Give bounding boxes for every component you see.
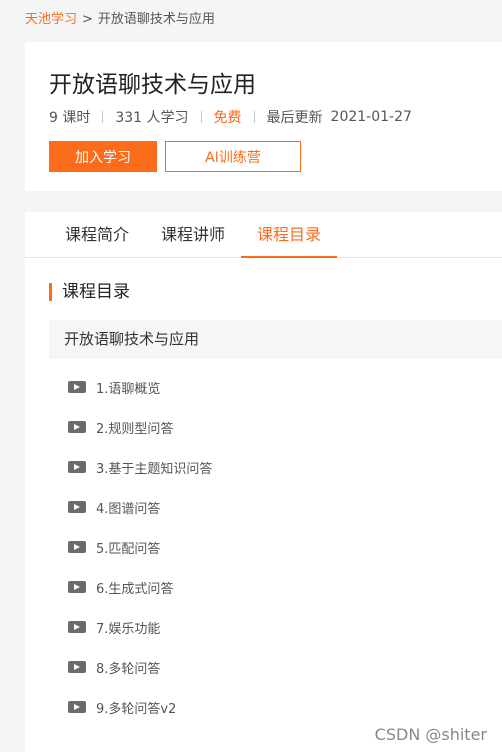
lesson-label: 9.多轮问答v2 [96, 701, 177, 717]
lesson-item[interactable]: 4.图谱问答 [25, 487, 502, 527]
video-play-icon [68, 701, 86, 713]
lesson-label: 4.图谱问答 [96, 501, 161, 517]
meta-divider [200, 111, 202, 123]
lesson-item[interactable]: 7.娱乐功能 [25, 607, 502, 647]
course-tabs: 课程简介 课程讲师 课程目录 [25, 212, 502, 258]
lesson-label: 8.多轮问答 [96, 661, 161, 677]
updated-label: 最后更新 [266, 110, 323, 126]
video-play-icon [68, 381, 86, 393]
video-play-icon [68, 421, 86, 433]
lesson-item[interactable]: 3.基于主题知识问答 [25, 447, 502, 487]
meta-divider [253, 111, 255, 123]
breadcrumb-current: 开放语聊技术与应用 [97, 12, 215, 27]
lesson-item[interactable]: 2.规则型问答 [25, 407, 502, 447]
lesson-item[interactable]: 9.多轮问答v2 [25, 687, 502, 727]
course-meta: 9 课时 331 人学习 免费 最后更新 2021-01-27 [49, 107, 412, 127]
breadcrumb-home-link[interactable]: 天池学习 [25, 12, 77, 27]
lesson-item[interactable]: 8.多轮问答 [25, 647, 502, 687]
course-header-card: 开放语聊技术与应用 9 课时 331 人学习 免费 最后更新 2021-01-2… [25, 42, 502, 191]
lesson-item[interactable]: 1.语聊概览 [25, 367, 502, 407]
lesson-label: 1.语聊概览 [96, 381, 161, 397]
section-title: 课程目录 [49, 283, 130, 301]
course-title: 开放语聊技术与应用 [49, 72, 256, 98]
video-play-icon [68, 461, 86, 473]
updated-date: 2021-01-27 [330, 109, 412, 125]
video-play-icon [68, 621, 86, 633]
meta-divider [102, 111, 104, 123]
lesson-label: 2.规则型问答 [96, 421, 174, 437]
lessons-count: 9 课时 [49, 110, 91, 126]
watermark: CSDN @shiter [374, 725, 487, 744]
join-course-button[interactable]: 加入学习 [49, 141, 157, 172]
breadcrumb-separator: > [82, 12, 93, 27]
video-play-icon [68, 501, 86, 513]
lesson-label: 5.匹配问答 [96, 541, 161, 557]
lesson-list: 1.语聊概览 2.规则型问答 3.基于主题知识问答 4.图谱问答 5.匹配问答 6.生成式… [25, 367, 502, 727]
video-play-icon [68, 661, 86, 673]
lesson-label: 7.娱乐功能 [96, 621, 161, 637]
tab-intro[interactable]: 课程简介 [49, 212, 145, 257]
learners-count: 331 人学习 [115, 110, 189, 126]
lesson-item[interactable]: 5.匹配问答 [25, 527, 502, 567]
course-content-card: 课程简介 课程讲师 课程目录 课程目录 开放语聊技术与应用 1.语聊概览 2.规则… [25, 212, 502, 752]
lesson-label: 3.基于主题知识问答 [96, 461, 213, 477]
chapter-header: 开放语聊技术与应用 [49, 320, 502, 359]
price-badge: 免费 [213, 110, 242, 126]
breadcrumb: 天池学习 > 开放语聊技术与应用 [25, 8, 215, 27]
ai-camp-button[interactable]: AI训练营 [165, 141, 301, 172]
video-play-icon [68, 541, 86, 553]
tab-catalog[interactable]: 课程目录 [241, 212, 337, 258]
lesson-item[interactable]: 6.生成式问答 [25, 567, 502, 607]
video-play-icon [68, 581, 86, 593]
chapter-name: 开放语聊技术与应用 [64, 330, 200, 348]
lesson-label: 6.生成式问答 [96, 581, 174, 597]
tab-instructor[interactable]: 课程讲师 [145, 212, 241, 257]
